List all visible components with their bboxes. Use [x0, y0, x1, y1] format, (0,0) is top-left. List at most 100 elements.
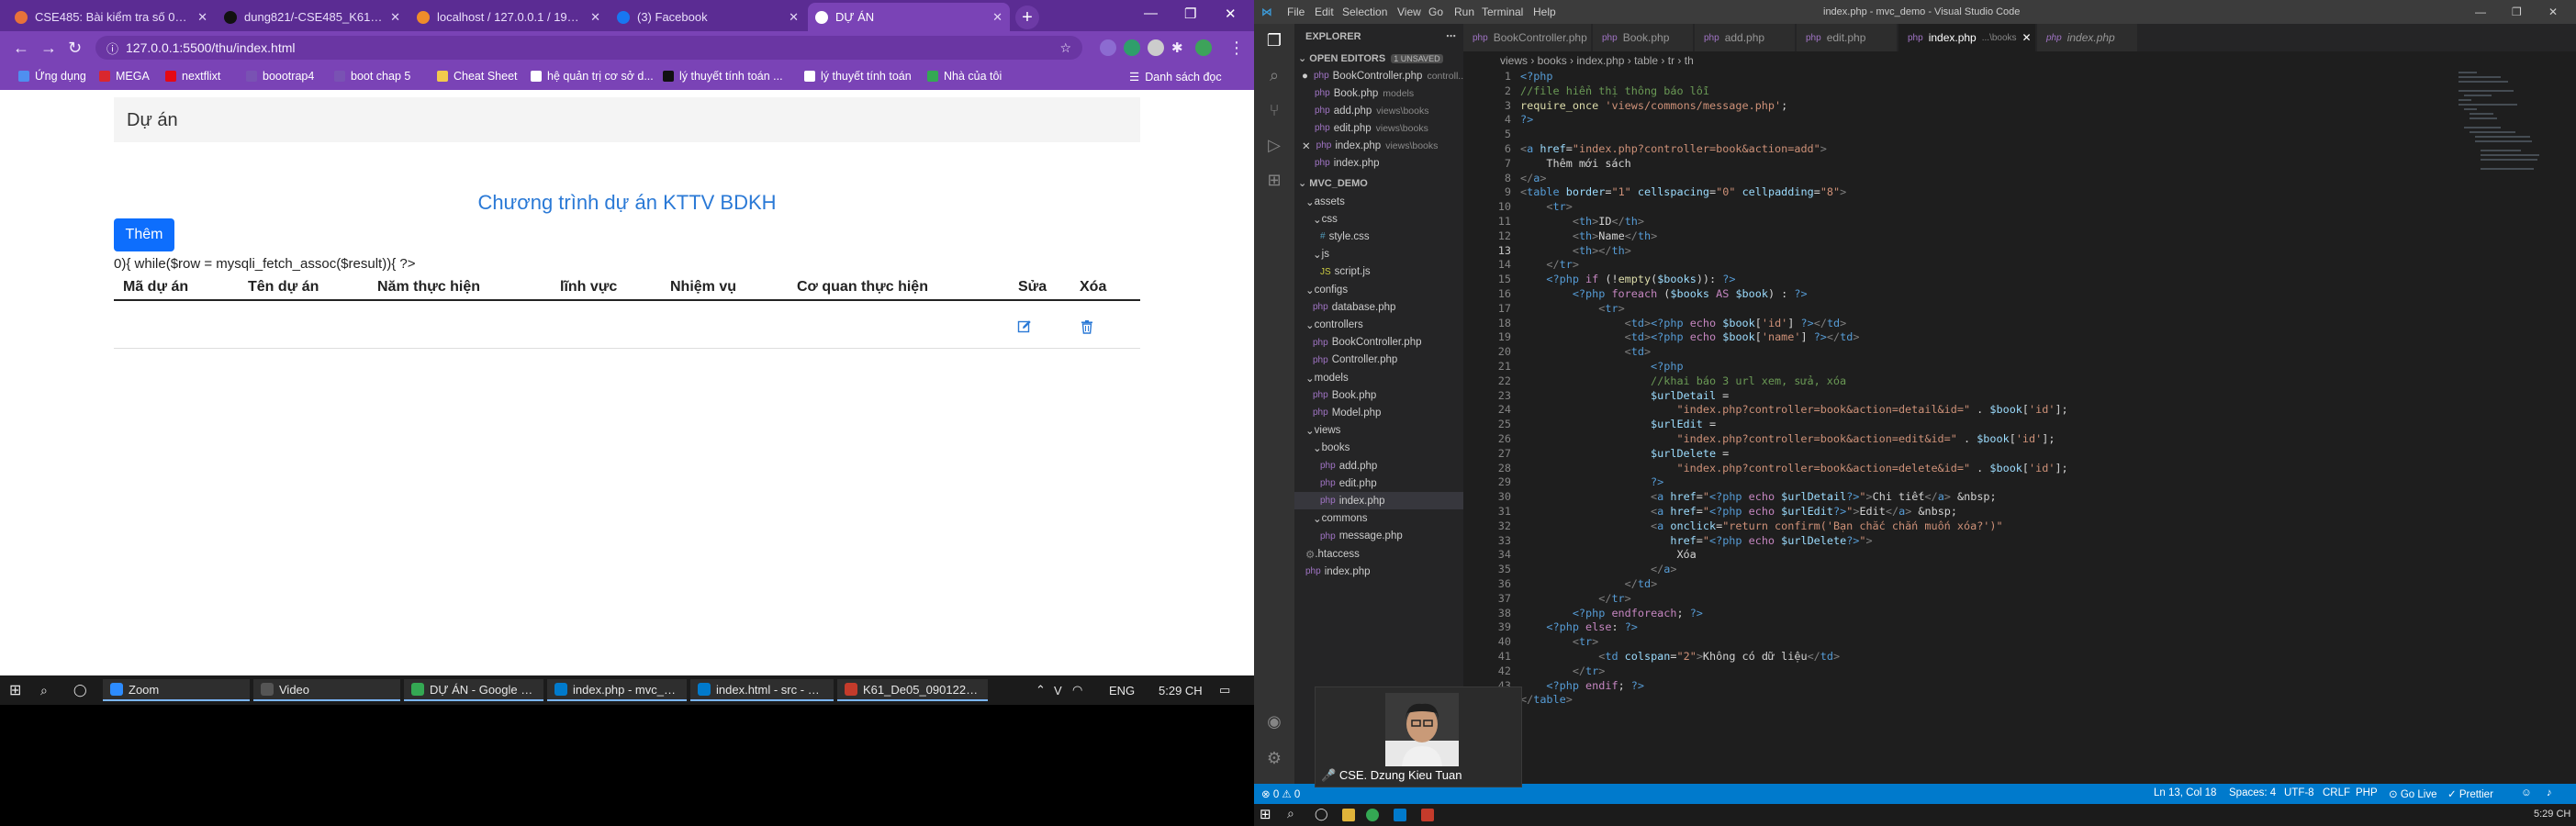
open-editor-item-active[interactable]: ✕ php index.php views\books [1294, 137, 1463, 154]
minimap[interactable] [2457, 70, 2539, 180]
profile-avatar-icon[interactable] [1195, 39, 1212, 56]
bookmark-item[interactable]: nextflixt [165, 70, 220, 83]
code-line[interactable]: <?php else: ?> [1520, 620, 1637, 633]
code-line[interactable]: </tr> [1520, 664, 1606, 677]
close-tab-icon[interactable]: ✕ [390, 10, 400, 25]
windows-start-icon[interactable]: ⊞ [1260, 806, 1271, 822]
code-line[interactable]: $urlDelete = [1520, 447, 1729, 460]
code-line[interactable]: </tr> [1520, 258, 1579, 271]
clock[interactable]: 5:29 CH [1151, 679, 1210, 701]
code-line[interactable]: <?php if (!empty($books)): ?> [1520, 273, 1735, 285]
code-line[interactable]: <tr> [1520, 635, 1598, 648]
bell-icon[interactable]: ♪ [2547, 787, 2552, 798]
code-editor[interactable]: 1 <?php 2 //file hiển thị thông báo lỗi 3 req… [1463, 70, 2381, 712]
code-line[interactable]: <a onclick="return confirm('Bạn chắc chắ… [1520, 519, 2003, 532]
bookmark-item[interactable]: MEGA [99, 70, 150, 83]
menu-item[interactable]: Terminal [1482, 6, 1523, 18]
search-icon[interactable]: ⌕ [33, 679, 55, 701]
feedback-icon[interactable]: ☺ [2521, 787, 2532, 798]
file-item[interactable]: php Model.php [1294, 404, 1463, 421]
run-debug-icon[interactable]: ▷ [1265, 136, 1283, 154]
task-view-icon[interactable]: ◯ [66, 679, 95, 701]
editor-tab[interactable]: php add.php [1695, 24, 1796, 51]
minimize-icon[interactable]: — [1144, 6, 1158, 21]
browser-tab[interactable]: localhost / 127.0.0.1 / 19510 ✕ [409, 3, 608, 31]
folder-item[interactable]: ⌄ commons [1294, 510, 1463, 528]
maximize-icon[interactable]: ❐ [1184, 6, 1196, 22]
trash-icon[interactable] [1080, 319, 1094, 334]
close-icon[interactable]: ✕ [2022, 31, 2032, 44]
taskbar-item[interactable]: DỰ ÁN - Google Chro... [404, 679, 543, 701]
editor-tab[interactable]: phpBookController.php● [1463, 24, 1599, 51]
taskbar-item[interactable]: index.php - mvc_de... [547, 679, 687, 701]
problems-indicator[interactable]: ⊗ 0 ⚠ 0 [1261, 787, 1300, 800]
file-item[interactable]: php index.php [1294, 563, 1463, 580]
code-line[interactable]: Thêm mới sách [1520, 157, 1630, 170]
cursor-position[interactable]: Ln 13, Col 18 [2154, 787, 2216, 798]
bookmark-item[interactable]: lý thuyết tính toán [804, 70, 912, 83]
file-item[interactable]: php message.php [1294, 528, 1463, 545]
clock[interactable]: 5:29 CH [2534, 809, 2570, 820]
editor-tab[interactable]: php edit.php [1797, 24, 1898, 51]
code-line[interactable]: <?php [1520, 70, 1553, 83]
code-line[interactable]: <a href="index.php?controller=book&actio… [1520, 142, 1827, 155]
code-line[interactable]: </table> [1520, 693, 1573, 706]
extension-icon[interactable] [1100, 39, 1116, 56]
file-item[interactable]: php BookController.php [1294, 334, 1463, 352]
windows-start-icon[interactable]: ⊞ [2, 679, 28, 701]
open-editor-item[interactable]: php Book.php models [1294, 84, 1463, 102]
code-line[interactable]: </td> [1520, 577, 1658, 590]
code-line[interactable]: <table border="1" cellspacing="0" cellpa… [1520, 185, 1846, 198]
menu-item[interactable]: Run [1454, 6, 1474, 18]
browser-tab[interactable]: (3) Facebook ✕ [610, 3, 806, 31]
bookmark-item[interactable]: lý thuyết tính toán ... [663, 70, 783, 83]
bookmark-item[interactable]: Nhà của tôi [927, 70, 1002, 83]
folder-item[interactable]: ⌄ models [1294, 369, 1463, 386]
extensions-icon[interactable]: ⊞ [1265, 171, 1283, 189]
reload-icon[interactable]: ↻ [68, 39, 82, 58]
account-icon[interactable]: ◉ [1265, 712, 1283, 731]
code-line[interactable]: ?> [1520, 475, 1663, 488]
address-input[interactable]: ⓘ 127.0.0.1:5500/thu/index.html ☆ [95, 36, 1082, 60]
close-window-icon[interactable]: ✕ [2548, 6, 2558, 18]
wifi-icon[interactable]: ◠ [1065, 679, 1090, 701]
browser-tab[interactable]: dung821/-CSE485_K61_KTC ✕ [217, 3, 408, 31]
vscode-taskbar-icon[interactable] [1394, 809, 1406, 821]
task-view-icon[interactable]: ◯ [1315, 807, 1328, 821]
code-line[interactable]: <a href="<?php echo $urlDetail?>">Chi ti… [1520, 490, 1997, 503]
browser-tab-active[interactable]: DỰ ÁN ✕ [808, 3, 1010, 31]
menu-item[interactable]: Selection [1342, 6, 1387, 18]
file-item[interactable]: php edit.php [1294, 474, 1463, 492]
editor-tab[interactable]: php Book.php [1593, 24, 1694, 51]
menu-item[interactable]: Go [1428, 6, 1443, 18]
file-item[interactable]: php index.php [1294, 492, 1463, 510]
taskbar-item[interactable]: Zoom [103, 679, 250, 701]
back-icon[interactable]: ← [13, 39, 29, 58]
code-line[interactable]: <tr> [1520, 302, 1624, 315]
folder-item[interactable]: ⌄ views [1294, 422, 1463, 440]
settings-gear-icon[interactable]: ⚙ [1265, 749, 1283, 767]
bookmark-item[interactable]: boot chap 5 [334, 70, 410, 83]
code-line[interactable]: </a> [1520, 563, 1676, 575]
open-editor-item[interactable]: php edit.php views\books [1294, 119, 1463, 137]
code-line[interactable]: <?php endforeach; ?> [1520, 607, 1703, 620]
forward-icon[interactable]: → [40, 39, 57, 58]
bookmark-star-icon[interactable]: ☆ [1059, 40, 1071, 56]
code-line[interactable]: </a> [1520, 172, 1546, 184]
code-line[interactable]: <?php [1520, 360, 1684, 373]
more-actions-icon[interactable]: ⋯ [1446, 30, 1456, 42]
code-line[interactable]: <td><?php echo $book['id'] ?></td> [1520, 317, 1847, 329]
code-line[interactable]: <?php endif; ?> [1520, 679, 1644, 692]
code-line[interactable]: href="<?php echo $urlDelete?>"> [1520, 534, 1872, 547]
folder-item[interactable]: ⌄ css [1294, 210, 1463, 228]
maximize-icon[interactable]: ❐ [2512, 6, 2522, 18]
menu-item[interactable]: Help [1533, 6, 1556, 18]
editor-tab-active[interactable]: php index.php ...\books ✕ [1898, 24, 2036, 51]
taskbar-item[interactable]: K61_De05_09012205 ... [837, 679, 988, 701]
close-icon[interactable]: ✕ [1302, 140, 1311, 152]
code-line[interactable]: require_once 'views/commons/message.php'… [1520, 99, 1787, 112]
open-editor-item[interactable]: ● php BookController.php controll... [1294, 67, 1463, 84]
notification-icon[interactable]: ▭ [1212, 679, 1238, 701]
project-header[interactable]: ⌄ MVC_DEMO [1294, 174, 1463, 192]
file-explorer-icon[interactable] [1342, 809, 1355, 821]
